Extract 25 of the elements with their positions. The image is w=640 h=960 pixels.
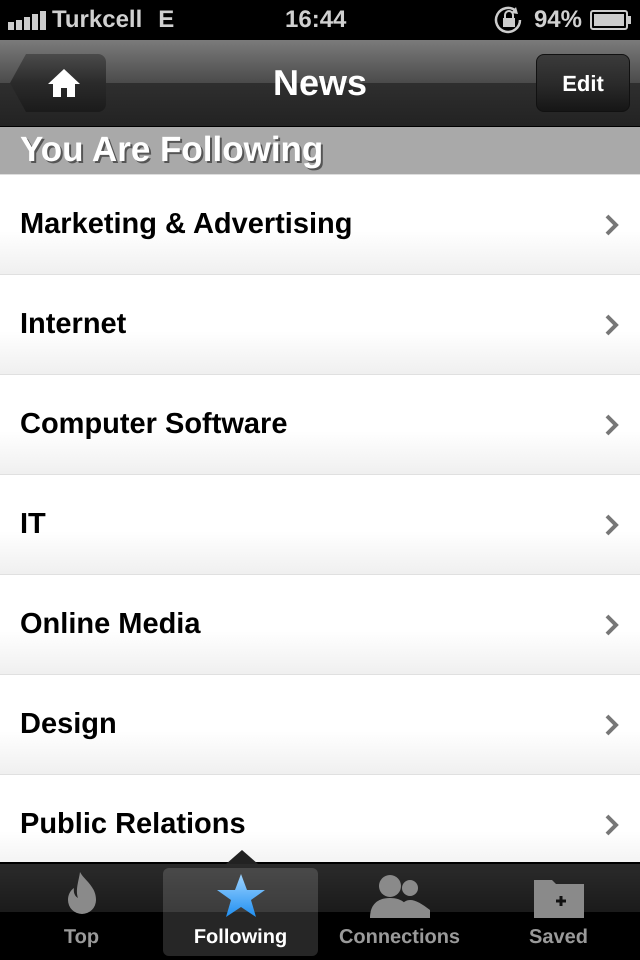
battery-percent: 94% bbox=[534, 5, 582, 35]
home-icon bbox=[47, 68, 81, 98]
chevron-icon bbox=[604, 412, 620, 436]
chevron-icon bbox=[604, 712, 620, 736]
selection-pointer-icon bbox=[226, 850, 258, 864]
battery-icon bbox=[590, 10, 632, 30]
star-icon bbox=[216, 874, 264, 918]
chevron-icon bbox=[604, 212, 620, 236]
clock: 16:44 bbox=[285, 5, 346, 35]
carrier-name: Turkcell bbox=[52, 5, 142, 35]
chevron-icon bbox=[604, 512, 620, 536]
signal-icon bbox=[8, 10, 48, 30]
edit-button[interactable]: Edit bbox=[536, 54, 630, 112]
screen-title: News bbox=[272, 61, 368, 105]
tab-button[interactable]: Saved bbox=[481, 868, 636, 956]
chevron-icon bbox=[604, 812, 620, 836]
home-button[interactable] bbox=[10, 54, 106, 112]
chevron-icon bbox=[604, 312, 620, 336]
tab-button[interactable]: Top bbox=[4, 868, 159, 956]
people-icon bbox=[370, 874, 430, 918]
tab-button[interactable]: Following bbox=[163, 868, 318, 956]
section-header: You Are Following bbox=[20, 129, 324, 172]
chevron-icon bbox=[604, 612, 620, 636]
tab-button[interactable]: Connections bbox=[322, 868, 477, 956]
network-type: E bbox=[158, 5, 174, 35]
